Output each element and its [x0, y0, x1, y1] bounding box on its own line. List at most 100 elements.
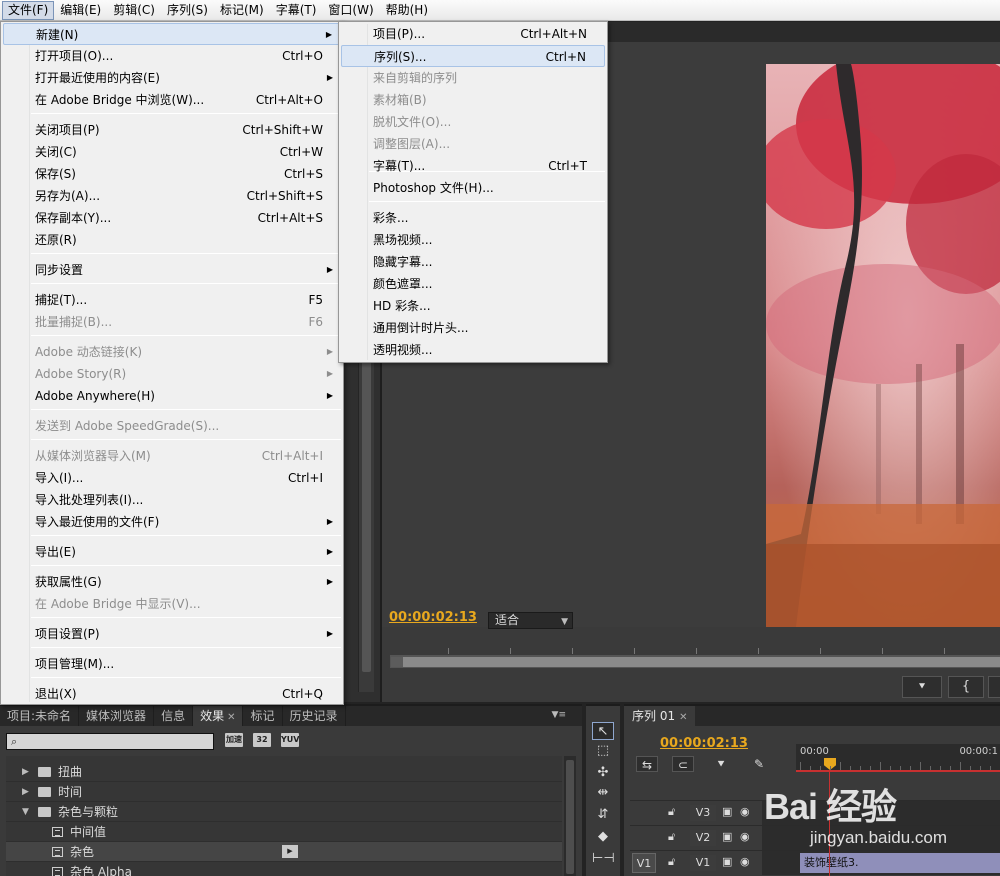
- tab-project[interactable]: 项目:未命名: [0, 706, 80, 726]
- lock-icon[interactable]: 🔓︎: [668, 855, 675, 869]
- effects-folder[interactable]: ▼ 杂色与颗粒: [6, 802, 562, 822]
- submenu-item-photoshop-file[interactable]: Photoshop 文件(H)...: [341, 177, 605, 199]
- razor-tool-icon[interactable]: ◆: [592, 828, 614, 846]
- lock-icon[interactable]: 🔓︎: [668, 805, 675, 819]
- effects-item[interactable]: 中间值: [6, 822, 562, 842]
- zoom-scrollbar-handle[interactable]: [391, 657, 403, 667]
- lock-icon[interactable]: 🔓︎: [668, 830, 675, 844]
- rolling-edit-tool-icon[interactable]: ⇹: [592, 784, 614, 802]
- submenu-item-sequence[interactable]: 序列(S)... Ctrl+N: [341, 45, 605, 67]
- yuv-icon[interactable]: YUV: [281, 733, 299, 747]
- menu-item-exit[interactable]: 退出(X) Ctrl+Q: [3, 683, 341, 705]
- submenu-item-project[interactable]: 项目(P)... Ctrl+Alt+N: [341, 23, 605, 45]
- panel-menu-icon[interactable]: ▼≡: [552, 710, 566, 720]
- menu-item-capture[interactable]: 捕捉(T)... F5: [3, 289, 341, 311]
- track-name[interactable]: V1: [690, 855, 716, 871]
- menu-window[interactable]: 窗口(W): [322, 1, 379, 20]
- sync-lock-icon[interactable]: ▣: [722, 855, 732, 868]
- menu-item-import-recent-file[interactable]: 导入最近使用的文件(F) ▶: [3, 511, 341, 533]
- add-marker-button[interactable]: ⯆: [902, 676, 942, 698]
- chevron-right-icon[interactable]: ▶: [22, 762, 29, 782]
- timeline-time-ruler[interactable]: 00:00 00:00:1: [796, 744, 1000, 772]
- fit-dropdown[interactable]: 适合 ▼: [488, 612, 573, 629]
- menu-file[interactable]: 文件(F): [2, 0, 55, 20]
- program-time-ruler[interactable]: [390, 634, 1000, 656]
- submenu-item-universal-counting-leader[interactable]: 通用倒计时片头...: [341, 317, 605, 339]
- menu-sequence[interactable]: 序列(S): [161, 1, 214, 20]
- effects-scrollbar[interactable]: [564, 756, 576, 876]
- effects-folder[interactable]: ▶ 扭曲: [6, 762, 562, 782]
- menu-item-shortcut: F6: [308, 315, 323, 329]
- mark-in-button[interactable]: {: [948, 676, 984, 698]
- track-select-tool-icon[interactable]: ⬚: [592, 742, 614, 760]
- effects-item[interactable]: 杂色 Alpha: [6, 862, 562, 876]
- tab-history[interactable]: 历史记录: [283, 706, 346, 726]
- menu-item-save-as[interactable]: 另存为(A)... Ctrl+Shift+S: [3, 185, 341, 207]
- menu-item-close[interactable]: 关闭(C) Ctrl+W: [3, 141, 341, 163]
- source-patch[interactable]: [632, 828, 656, 848]
- menu-item-shortcut: Ctrl+Shift+W: [242, 123, 323, 137]
- menu-item-open-project[interactable]: 打开项目(O)... Ctrl+O: [3, 45, 341, 67]
- menu-item-save-copy[interactable]: 保存副本(Y)... Ctrl+Alt+S: [3, 207, 341, 229]
- track-name[interactable]: V3: [690, 805, 716, 821]
- slip-tool-icon[interactable]: ⊢⊣: [592, 850, 615, 868]
- source-patch[interactable]: [632, 803, 656, 823]
- add-marker-button[interactable]: ⯆: [710, 756, 732, 772]
- program-timecode[interactable]: 00:00:02:13: [389, 610, 477, 625]
- menu-title[interactable]: 字幕(T): [270, 1, 323, 20]
- submenu-item-title[interactable]: 字幕(T)... Ctrl+T: [341, 155, 605, 177]
- program-zoom-scrollbar[interactable]: [390, 656, 1000, 668]
- 32-bit-icon[interactable]: 32: [253, 733, 271, 747]
- source-patch[interactable]: V1: [632, 853, 656, 873]
- menu-item-export[interactable]: 导出(E) ▶: [3, 541, 341, 563]
- chevron-down-icon[interactable]: ▼: [22, 802, 29, 822]
- close-icon[interactable]: ✕: [227, 712, 235, 723]
- menu-item-label: 字幕(T)...: [373, 159, 426, 173]
- menu-edit[interactable]: 编辑(E): [54, 1, 107, 20]
- tab-markers[interactable]: 标记: [243, 706, 283, 726]
- menu-item-save[interactable]: 保存(S) Ctrl+S: [3, 163, 341, 185]
- linked-selection-button[interactable]: ⊂: [672, 756, 694, 772]
- effects-search-input[interactable]: ⌕: [6, 733, 214, 750]
- submenu-item-black-video[interactable]: 黑场视频...: [341, 229, 605, 251]
- menu-marker[interactable]: 标记(M): [214, 1, 270, 20]
- submenu-item-closed-caption[interactable]: 隐藏字幕...: [341, 251, 605, 273]
- menu-item-revert[interactable]: 还原(R): [3, 229, 341, 251]
- scrollbar-thumb[interactable]: [566, 760, 574, 874]
- submenu-item-hd-bars-and-tone[interactable]: HD 彩条...: [341, 295, 605, 317]
- tab-effects[interactable]: 效果 ✕: [193, 706, 244, 726]
- sync-lock-icon[interactable]: ▣: [722, 830, 732, 843]
- snap-button[interactable]: ⇆: [636, 756, 658, 772]
- menu-item-project-manager[interactable]: 项目管理(M)...: [3, 653, 341, 675]
- effects-folder[interactable]: ▶ 时间: [6, 782, 562, 802]
- menu-clip[interactable]: 剪辑(C): [107, 1, 161, 20]
- menu-item-adobe-anywhere[interactable]: Adobe Anywhere(H) ▶: [3, 385, 341, 407]
- submenu-item-transparent-video[interactable]: 透明视频...: [341, 339, 605, 361]
- menu-help[interactable]: 帮助(H): [380, 1, 434, 20]
- accelerated-effects-icon[interactable]: 加速: [225, 733, 243, 747]
- chevron-right-icon[interactable]: ▶: [22, 782, 29, 802]
- effects-item[interactable]: 杂色 ▶: [6, 842, 562, 862]
- tab-sequence-01[interactable]: 序列 01 ✕: [624, 706, 696, 726]
- submenu-item-bars-and-tone[interactable]: 彩条...: [341, 207, 605, 229]
- ripple-edit-tool-icon[interactable]: ✣: [592, 764, 614, 782]
- close-icon[interactable]: ✕: [679, 712, 687, 723]
- tab-info[interactable]: 信息: [154, 706, 194, 726]
- menu-item-get-properties[interactable]: 获取属性(G) ▶: [3, 571, 341, 593]
- submenu-item-color-matte[interactable]: 颜色遮罩...: [341, 273, 605, 295]
- menu-item-close-project[interactable]: 关闭项目(P) Ctrl+Shift+W: [3, 119, 341, 141]
- timeline-timecode[interactable]: 00:00:02:13: [660, 736, 748, 751]
- menu-item-import[interactable]: 导入(I)... Ctrl+I: [3, 467, 341, 489]
- menu-item-browse-in-bridge[interactable]: 在 Adobe Bridge 中浏览(W)... Ctrl+Alt+O: [3, 89, 341, 111]
- track-name[interactable]: V2: [690, 830, 716, 846]
- menu-item-project-settings[interactable]: 项目设置(P) ▶: [3, 623, 341, 645]
- sync-lock-icon[interactable]: ▣: [722, 805, 732, 818]
- selection-tool-icon[interactable]: ↖: [592, 722, 614, 740]
- menu-item-new[interactable]: 新建(N) ▶: [3, 23, 341, 45]
- menu-item-open-recent[interactable]: 打开最近使用的内容(E) ▶: [3, 67, 341, 89]
- rate-stretch-tool-icon[interactable]: ⇵: [592, 806, 614, 824]
- mark-out-button[interactable]: [988, 676, 1000, 698]
- menu-item-sync-settings[interactable]: 同步设置 ▶: [3, 259, 341, 281]
- menu-item-import-batch-list[interactable]: 导入批处理列表(I)...: [3, 489, 341, 511]
- tab-media-browser[interactable]: 媒体浏览器: [79, 706, 155, 726]
